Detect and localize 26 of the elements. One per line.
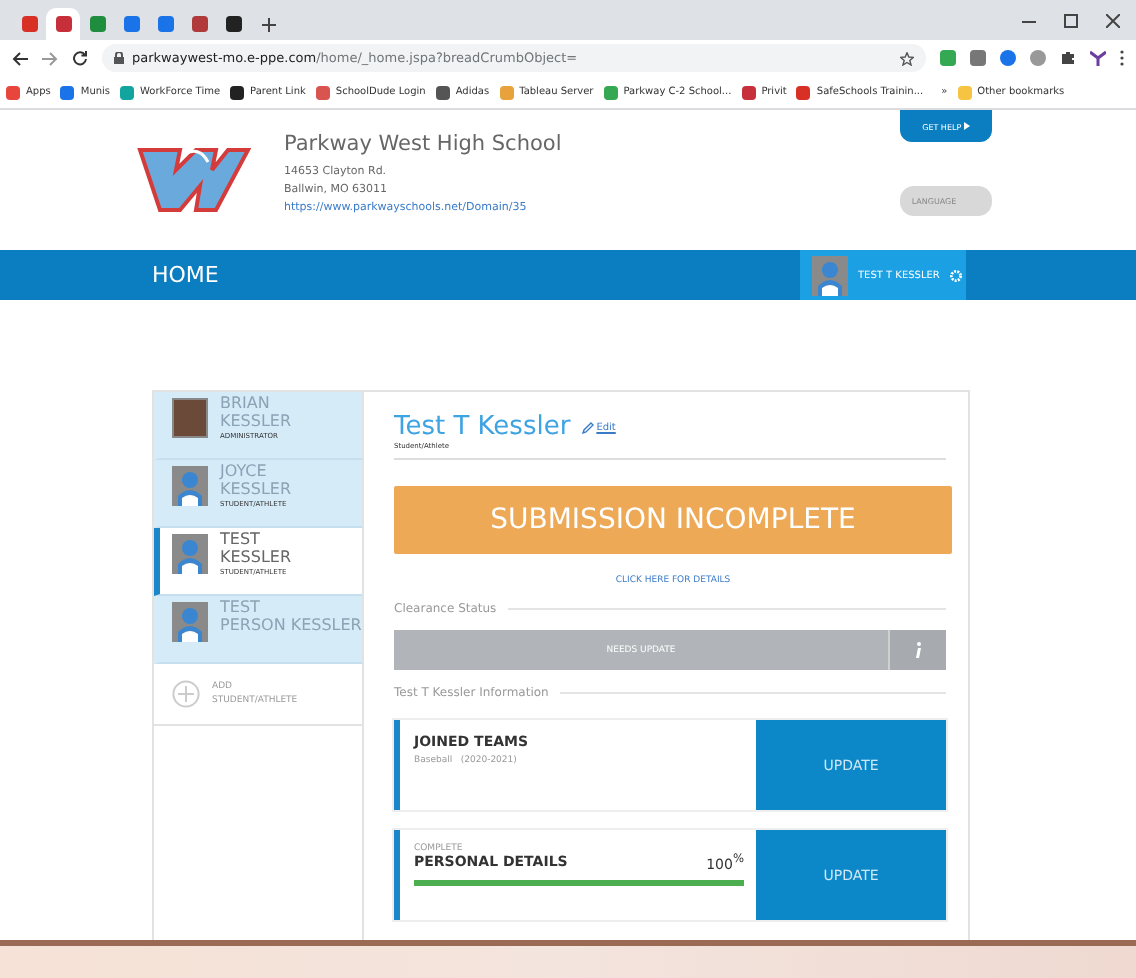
y-logo-icon[interactable]	[1090, 50, 1106, 66]
pencil-icon	[582, 422, 595, 434]
plus-circle-icon	[172, 680, 200, 708]
submission-status-banner: SUBMISSION INCOMPLETE	[394, 486, 952, 554]
school-logo-icon	[136, 142, 252, 218]
settings-icon[interactable]	[949, 269, 962, 281]
photo-placeholder	[172, 398, 208, 438]
new-tab-icon[interactable]	[262, 18, 276, 32]
avatar-icon	[172, 534, 208, 574]
maximize-icon[interactable]	[1064, 14, 1078, 28]
home-link[interactable]: HOME	[152, 262, 219, 288]
back-arrow-icon[interactable]	[12, 51, 28, 65]
school-name: Parkway West High School	[284, 132, 562, 156]
avatar-icon	[812, 256, 848, 296]
close-icon[interactable]	[1106, 14, 1120, 28]
info-icon	[914, 642, 922, 658]
star-icon[interactable]	[900, 51, 914, 65]
avatar-icon	[172, 466, 208, 506]
browser-tab[interactable]	[46, 8, 80, 40]
student-name: Test T Kessler	[394, 412, 571, 442]
forward-arrow-icon[interactable]	[42, 51, 58, 65]
reload-icon[interactable]	[72, 50, 88, 66]
puzzle-icon[interactable]	[1060, 50, 1076, 66]
lock-icon	[114, 52, 124, 64]
avatar-icon	[172, 602, 208, 642]
caret-icon	[963, 121, 970, 129]
